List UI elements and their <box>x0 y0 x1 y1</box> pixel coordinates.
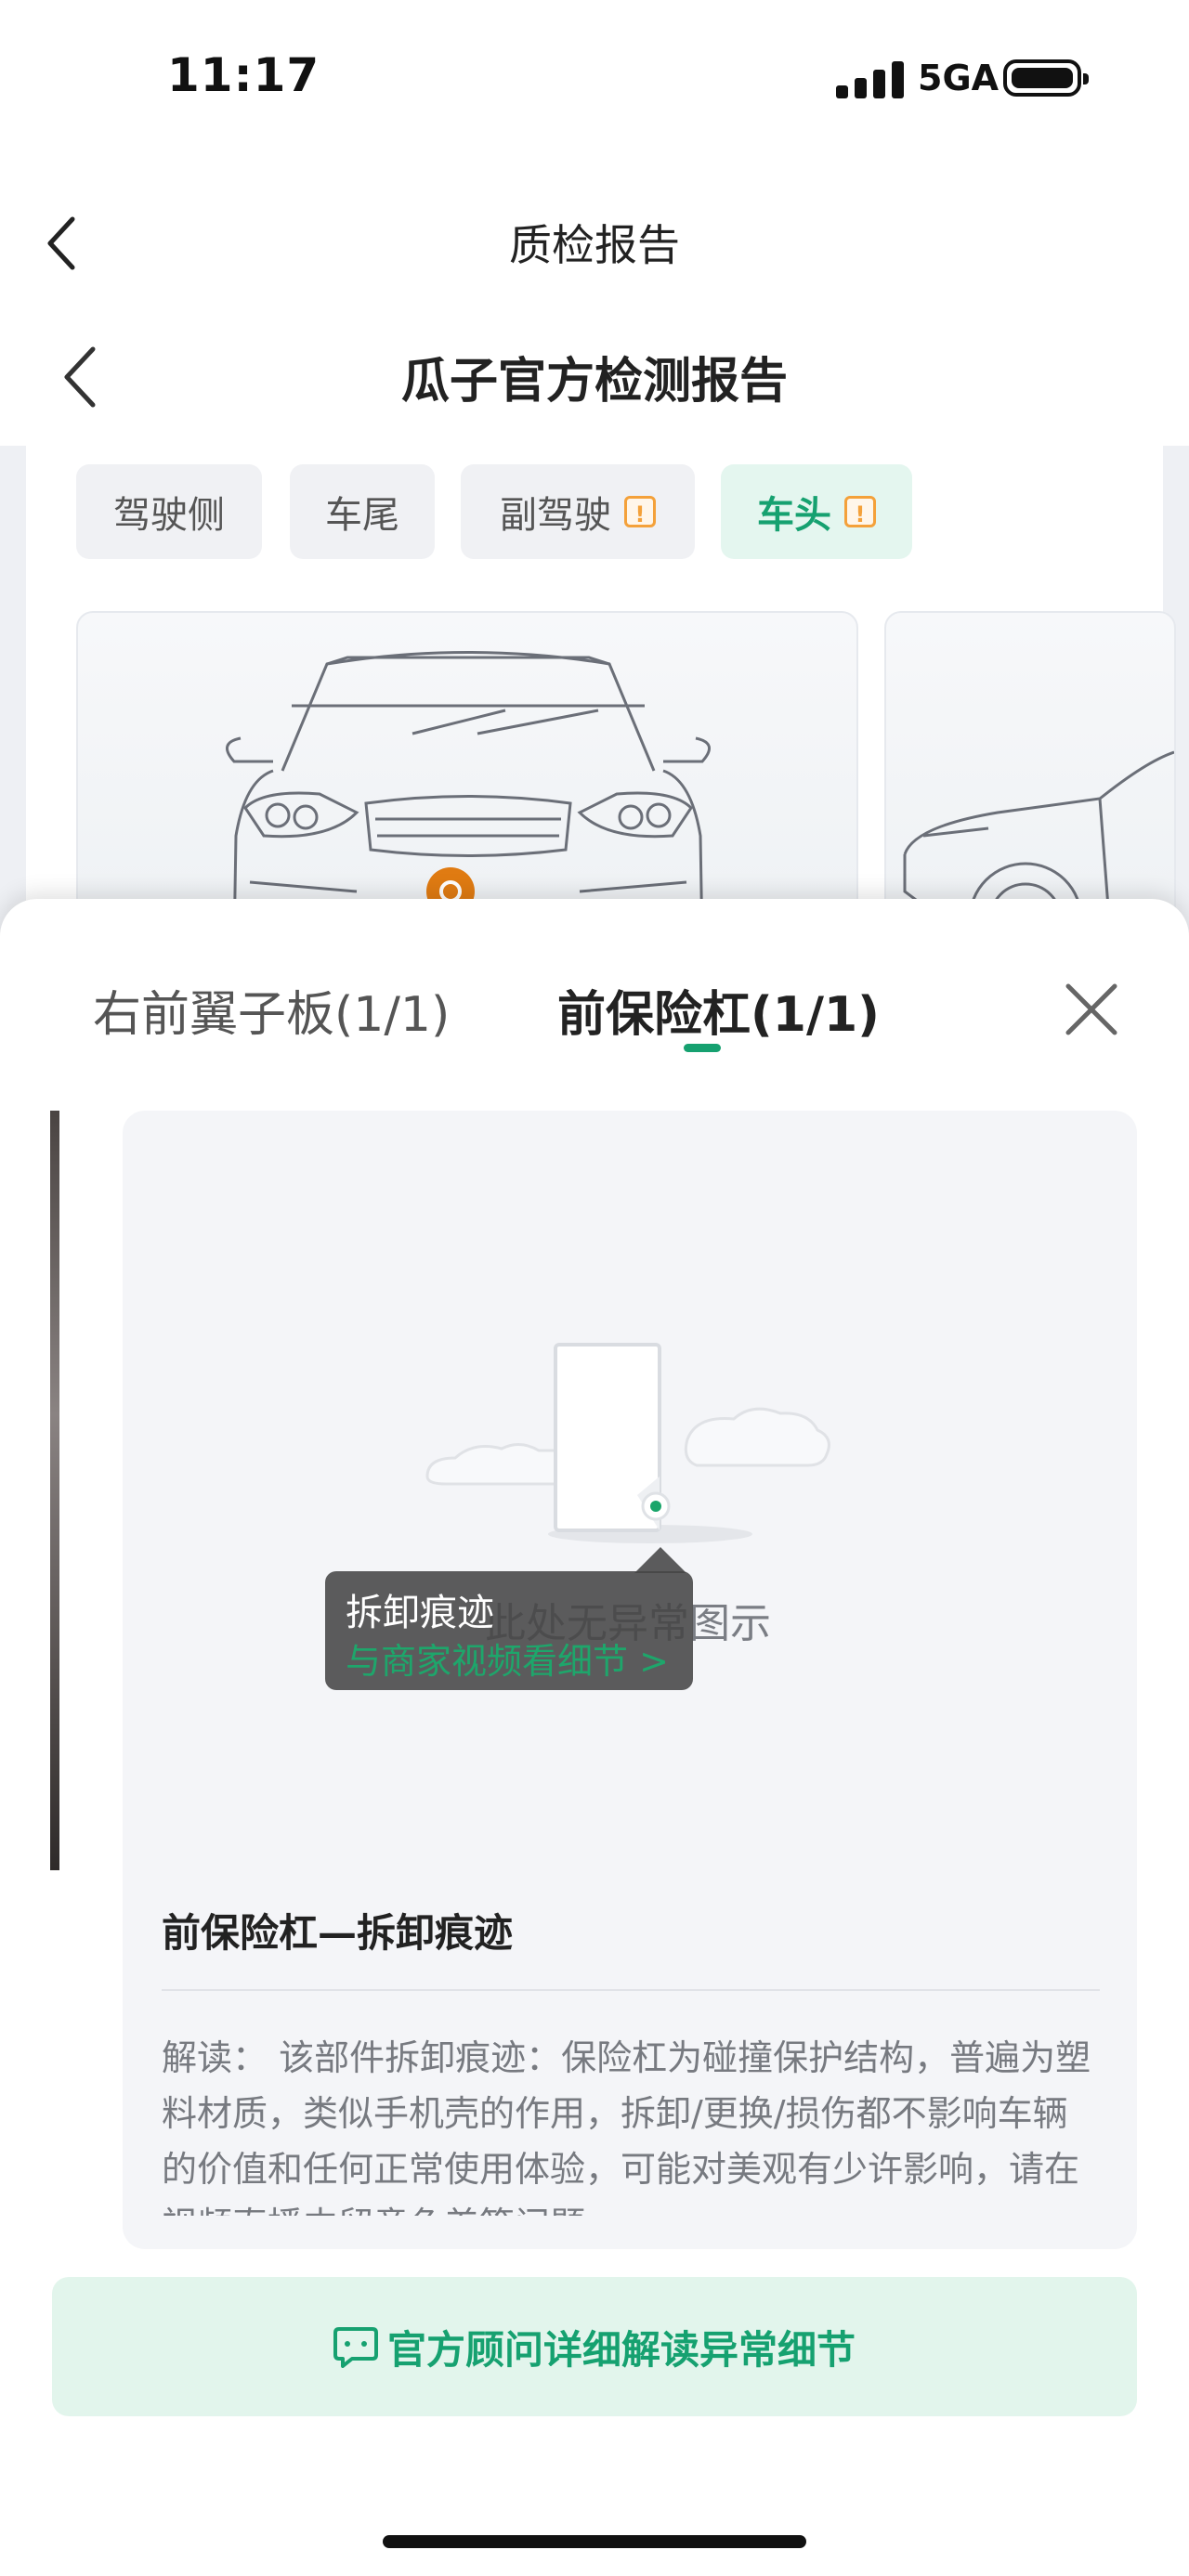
tab-front-bumper[interactable]: 前保险杠(1/1) <box>557 975 880 1045</box>
tab-label: 车尾 <box>325 494 399 537</box>
tab-driver-side[interactable]: 驾驶侧 <box>76 464 262 559</box>
previous-photo-peek[interactable] <box>50 1111 59 1870</box>
tooltip-arrow <box>634 1547 686 1573</box>
car-front-illustration <box>226 651 711 947</box>
warning-icon: ! <box>624 496 656 527</box>
battery-icon <box>1003 59 1089 97</box>
consult-advisor-button[interactable]: 官方顾问详细解读异常细节 <box>52 2277 1137 2416</box>
active-tab-indicator <box>684 1044 721 1052</box>
car-side-illustration <box>903 750 1174 947</box>
consult-advisor-label: 官方顾问详细解读异常细节 <box>386 2326 856 2373</box>
tab-front[interactable]: 车头 ! <box>721 464 912 559</box>
defect-title: 前保险杠—拆卸痕迹 <box>162 1910 514 1956</box>
signal-icon <box>836 61 908 98</box>
defect-description: 解读： 该部件拆卸痕迹：保险杠为碰撞保护结构，普遍为塑料材质，类似手机壳的作用，… <box>162 2037 1091 2216</box>
tab-passenger-side[interactable]: 副驾驶 ! <box>461 464 695 559</box>
chat-icon <box>333 2327 378 2368</box>
page-title: 质检报告 <box>509 220 680 270</box>
video-detail-link[interactable]: 与商家视频看细节 > <box>346 1633 669 1684</box>
status-time: 11:17 <box>167 48 320 102</box>
divider <box>162 1989 1100 1991</box>
report-title: 瓜子官方检测报告 <box>400 354 788 410</box>
tab-label: 驾驶侧 <box>113 494 225 537</box>
tab-right-front-fender[interactable]: 右前翼子板(1/1) <box>93 975 450 1045</box>
network-label: 5GA <box>918 58 1000 98</box>
tab-label: 副驾驶 <box>500 494 611 537</box>
close-icon[interactable] <box>1059 977 1124 1042</box>
tooltip-title: 拆卸痕迹 <box>346 1592 494 1634</box>
tab-rear[interactable]: 车尾 <box>290 464 435 559</box>
warning-icon: ! <box>844 496 876 527</box>
home-indicator[interactable] <box>383 2535 806 2548</box>
tab-label: 车头 <box>757 494 831 537</box>
back-icon[interactable] <box>45 215 78 271</box>
empty-illustration-icon <box>425 1343 830 1543</box>
